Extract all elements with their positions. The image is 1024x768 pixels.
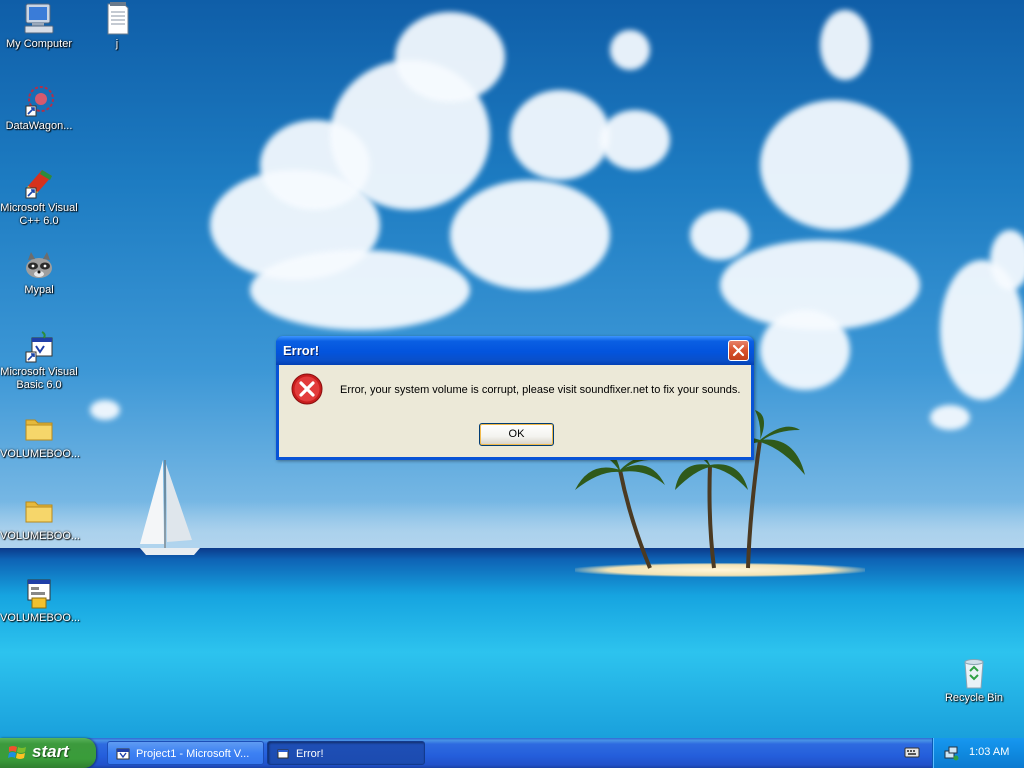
desktop-icon-mypal[interactable]: Mypal xyxy=(0,248,78,297)
raccoon-browser-icon xyxy=(26,252,52,278)
desktop-icon-volumeboo-folder-1[interactable]: VOLUMEBOO... xyxy=(0,412,81,461)
error-icon xyxy=(291,373,323,405)
desktop-icon-label: VOLUMEBOO... xyxy=(0,530,81,542)
desktop-icon-label: Microsoft Visual C++ 6.0 xyxy=(0,202,78,227)
desktop-icon-visual-basic[interactable]: Microsoft Visual Basic 6.0 xyxy=(0,330,78,392)
close-icon xyxy=(732,344,745,357)
error-dialog[interactable]: Error! Error, your system volume is corr… xyxy=(276,336,754,460)
desktop-icon-label: Recycle Bin xyxy=(944,692,1004,704)
close-button[interactable] xyxy=(728,340,749,361)
recycle-bin-icon xyxy=(964,659,984,689)
dialog-body: Error, your system volume is corrupt, pl… xyxy=(279,365,751,457)
desktop-icon-recycle-bin[interactable]: Recycle Bin xyxy=(935,656,1013,705)
desktop-icon-label: Microsoft Visual Basic 6.0 xyxy=(0,366,78,391)
start-button[interactable]: start xyxy=(0,738,96,768)
dialog-message: Error, your system volume is corrupt, pl… xyxy=(340,384,741,396)
desktop-icon-j[interactable]: j xyxy=(78,2,156,51)
text-document-icon xyxy=(107,2,129,35)
my-computer-icon xyxy=(24,3,54,34)
visual-basic-icon xyxy=(116,748,130,760)
dialog-titlebar[interactable]: Error! xyxy=(276,336,754,365)
desktop-icon-volumeboo-exe[interactable]: VOLUMEBOO... xyxy=(0,576,81,625)
desktop-icon-my-computer[interactable]: My Computer xyxy=(0,2,78,51)
vb-executable-icon xyxy=(27,579,51,609)
desktop-icon-volumeboo-folder-2[interactable]: VOLUMEBOO... xyxy=(0,494,81,543)
taskbar-button-project1[interactable]: Project1 - Microsoft V... xyxy=(107,741,264,765)
ok-button[interactable]: OK xyxy=(479,423,554,446)
taskbar-button-error[interactable]: Error! xyxy=(267,741,425,765)
dialog-title: Error! xyxy=(283,343,320,358)
desktop-icon-label: Mypal xyxy=(24,284,54,296)
taskbar-button-label: Error! xyxy=(296,748,324,760)
desktop-icon-label: My Computer xyxy=(5,38,73,50)
visual-basic-shortcut-icon xyxy=(25,331,53,363)
desktop-icon-label: j xyxy=(115,38,119,50)
desktop-icon-label: DataWagon... xyxy=(5,120,73,132)
desktop-icon-visual-cpp[interactable]: Microsoft Visual C++ 6.0 xyxy=(0,166,78,228)
system-tray: 1:03 AM xyxy=(932,738,1024,768)
taskbar: start Project1 - Microsoft V... Error! 1… xyxy=(0,738,1024,768)
folder-icon xyxy=(25,501,53,523)
start-label: start xyxy=(32,742,69,761)
desktop-icon-label: VOLUMEBOO... xyxy=(0,612,81,624)
sailboat-image xyxy=(140,460,200,555)
network-icon[interactable] xyxy=(943,745,959,761)
window-icon xyxy=(277,749,289,759)
keyboard-icon[interactable] xyxy=(904,745,920,759)
windows-logo-icon xyxy=(8,746,26,759)
taskbar-button-label: Project1 - Microsoft V... xyxy=(136,748,250,760)
desktop-icon-datawagon[interactable]: DataWagon... xyxy=(0,84,78,133)
desktop-icon-label: VOLUMEBOO... xyxy=(0,448,81,460)
clock[interactable]: 1:03 AM xyxy=(969,746,1009,758)
folder-icon xyxy=(25,419,53,441)
visual-cpp-shortcut-icon xyxy=(25,170,52,199)
datawagon-shortcut-icon xyxy=(25,86,54,117)
